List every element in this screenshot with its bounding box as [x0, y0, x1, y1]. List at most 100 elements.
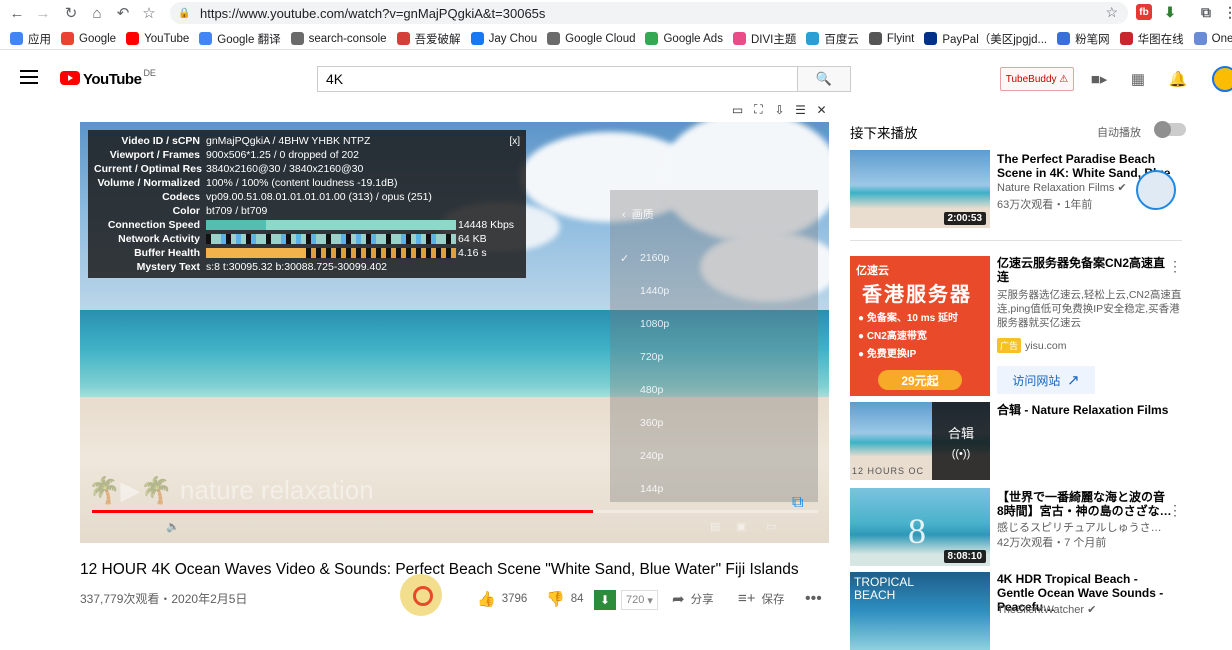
search-button[interactable]: 🔍: [797, 66, 851, 92]
thumb-caption: 12 HOURS OC: [852, 466, 925, 476]
ad-more-icon[interactable]: ⋮: [1168, 258, 1182, 275]
search-input[interactable]: 4K: [317, 66, 797, 92]
playlist-thumbnail[interactable]: 12 HOURS OC 合辑 ((•)): [850, 402, 990, 480]
extension-download-icon[interactable]: ⬇: [1162, 4, 1178, 20]
stats-value: bt709 / bt709: [206, 205, 268, 217]
nature-relaxation-watermark: 🌴▶🌴 nature relaxation: [88, 477, 374, 503]
bookmark-item[interactable]: Jay Chou: [470, 32, 537, 45]
bookmark-item[interactable]: Flyint: [868, 32, 914, 45]
bookmark-star-icon[interactable]: ☆: [138, 2, 160, 24]
bookmark-item[interactable]: 华图在线: [1119, 31, 1184, 47]
visit-site-button[interactable]: 访问网站 ↗: [997, 366, 1095, 394]
tubebuddy-button[interactable]: TubeBuddy ⚠: [1000, 67, 1074, 91]
more-actions-icon[interactable]: •••: [805, 590, 822, 608]
ad-badge: 广告: [997, 338, 1022, 353]
video-card-channel[interactable]: 感じるスピリチュアルしゅうさ…: [997, 519, 1162, 535]
address-bar[interactable]: 🔒 https://www.youtube.com/watch?v=gnMajP…: [170, 2, 1128, 24]
star-icon[interactable]: ☆: [1105, 4, 1118, 21]
save-button[interactable]: ≡+ 保存: [738, 590, 785, 607]
home-icon[interactable]: ⌂: [86, 2, 108, 24]
notifications-bell-icon[interactable]: 🔔: [1168, 69, 1188, 89]
bookmark-item[interactable]: Google Ads: [645, 32, 723, 45]
bookmark-item[interactable]: 应用: [10, 31, 51, 47]
bookmark-item[interactable]: search-console: [290, 32, 387, 45]
thumb-number: 8: [908, 511, 926, 551]
video-thumbnail[interactable]: 8 8:08:10: [850, 488, 990, 566]
stats-value: 64 KB: [458, 233, 487, 245]
share-icon: ➦: [672, 591, 685, 608]
autoplay-toggle[interactable]: [1154, 121, 1186, 138]
avatar[interactable]: [1212, 66, 1232, 92]
address-url[interactable]: https://www.youtube.com/watch?v=gnMajPQg…: [200, 6, 545, 21]
bookmark-item[interactable]: 粉笔网: [1057, 31, 1110, 47]
extension-fb-icon[interactable]: fb: [1136, 4, 1152, 20]
bookmark-favicon-icon: [199, 32, 213, 45]
quality-option[interactable]: 1440p: [640, 285, 669, 297]
bookmark-item[interactable]: 百度云: [806, 31, 859, 47]
bookmark-favicon-icon: [10, 32, 23, 45]
bookmark-item[interactable]: YouTube: [126, 32, 189, 45]
quality-option[interactable]: 360p: [640, 417, 663, 429]
bookmark-item[interactable]: PayPal（美区jpgjd...: [924, 31, 1047, 47]
undo-icon[interactable]: ↶: [112, 2, 134, 24]
quality-option[interactable]: 1080p: [640, 318, 669, 330]
bookmark-item[interactable]: Google 翻译: [199, 31, 281, 47]
progress-bar[interactable]: [92, 510, 818, 513]
ad-banner[interactable]: 亿速云 香港服务器 ● 免备案、10 ms 延时 ● CN2高速带宽 ● 免费更…: [850, 256, 990, 396]
menu-icon[interactable]: [20, 70, 38, 84]
bookmark-item[interactable]: Google Cloud: [547, 32, 635, 45]
video-thumbnail[interactable]: 2:00:53: [850, 150, 990, 228]
video-card-more-icon[interactable]: ⋮: [1168, 502, 1182, 519]
channel-mascot-avatar[interactable]: [1136, 170, 1176, 210]
close-icon[interactable]: ✕: [814, 102, 829, 117]
quality-option[interactable]: 240p: [640, 450, 663, 462]
create-video-icon[interactable]: ■▸: [1089, 69, 1109, 89]
video-card-title[interactable]: 【世界で一番綺麗な海と波の音 8時間】宮古・神の島のさざな…: [997, 490, 1172, 518]
youtube-play-icon: [60, 71, 80, 85]
bookmark-label: 应用: [28, 33, 51, 46]
fullscreen-window-icon[interactable]: ⛶: [751, 102, 766, 117]
reload-icon[interactable]: ↻: [60, 2, 82, 24]
theater-mode-icon[interactable]: ▭: [766, 520, 782, 534]
bookmark-favicon-icon: [1119, 32, 1133, 45]
volume-icon[interactable]: 🔈: [166, 520, 182, 534]
download-arrow-icon[interactable]: ⇩: [772, 102, 787, 117]
quality-option[interactable]: 144p: [640, 483, 663, 495]
bookmark-item[interactable]: 吾爱破解: [396, 31, 461, 47]
stats-row: Buffer Health 4.16 s: [94, 246, 520, 260]
bookmark-favicon-icon: [470, 32, 484, 45]
extension-copy-icon[interactable]: ⧉: [1198, 4, 1214, 20]
youtube-logo[interactable]: YouTube DE: [60, 68, 156, 88]
bookmark-item[interactable]: Google: [61, 32, 116, 45]
like-button[interactable]: 👍 3796: [477, 590, 527, 608]
subtitles-icon[interactable]: ▤: [710, 520, 726, 534]
quality-option[interactable]: 2160p: [640, 252, 669, 264]
list-icon[interactable]: ☰: [793, 102, 808, 117]
miniplayer-bottom-icon[interactable]: ▣: [736, 520, 752, 534]
video-player[interactable]: [x] Video ID / sCPN gnMajPQgkiA / 4BHW YH…: [80, 122, 829, 543]
quality-option[interactable]: 720p: [640, 351, 663, 363]
bookmark-item[interactable]: One.cloud: [1193, 32, 1232, 45]
back-icon[interactable]: ←: [6, 2, 28, 24]
quality-option[interactable]: 480p: [640, 384, 663, 396]
video-card-channel[interactable]: Nature Relaxation Films ✔: [997, 181, 1127, 194]
bookmark-item[interactable]: DIVI主题: [732, 31, 796, 47]
forward-icon[interactable]: →: [32, 2, 54, 24]
video-thumbnail[interactable]: TROPICAL BEACH: [850, 572, 990, 650]
download-button[interactable]: ⬇ 720 ▾: [594, 590, 660, 610]
cast-icon[interactable]: ⧉: [792, 494, 808, 511]
video-card-title[interactable]: 合辑 - Nature Relaxation Films: [997, 403, 1172, 417]
ad-banner-headline: 香港服务器: [862, 284, 972, 306]
ad-domain: yisu.com: [1025, 339, 1067, 352]
download-resolution-select[interactable]: 720 ▾: [621, 590, 658, 610]
apps-grid-icon[interactable]: ▦: [1128, 69, 1148, 89]
miniplayer-icon[interactable]: ▭: [730, 102, 745, 117]
quality-menu-header[interactable]: ‹ 画质: [622, 206, 654, 222]
video-card-channel[interactable]: TheSilentWatcher ✔: [997, 603, 1096, 616]
bookmark-favicon-icon: [126, 32, 140, 45]
dislike-button[interactable]: 👎 84: [546, 590, 583, 608]
menu-more-icon[interactable]: ⋮: [1222, 4, 1232, 20]
share-button[interactable]: ➦ 分享: [672, 590, 714, 608]
ad-title[interactable]: 亿速云服务器免备案CN2高速直连: [997, 256, 1167, 284]
stats-close-button[interactable]: [x]: [509, 136, 520, 147]
